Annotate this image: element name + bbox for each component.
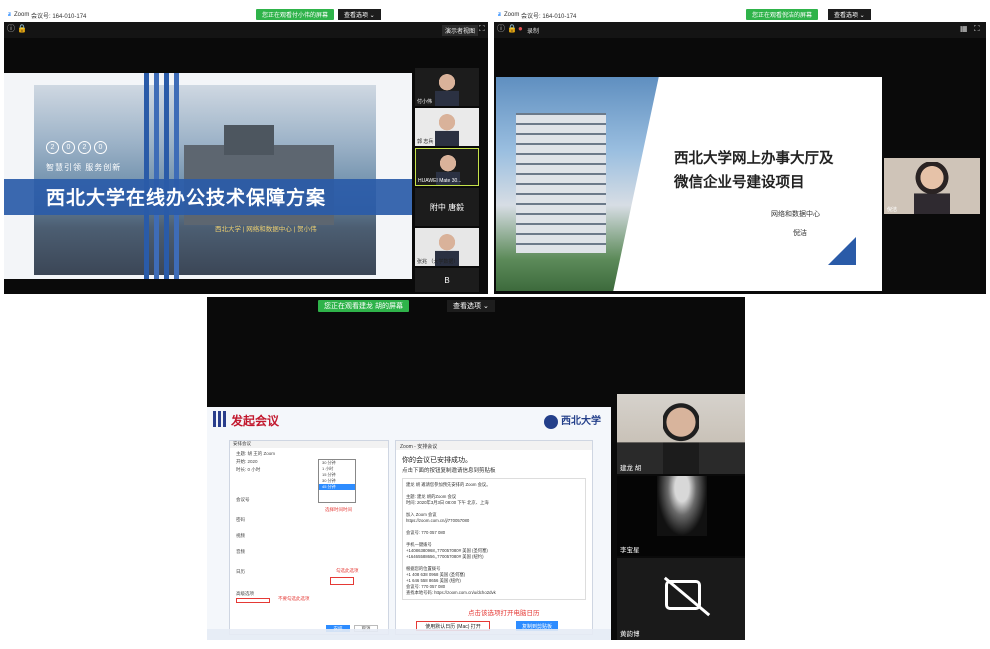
slide-title: 西北大学在线办公技术保障方案 xyxy=(46,188,327,209)
slide-title-line1: 西北大学网上办事大厅及 xyxy=(674,151,834,167)
year-digit: 2 xyxy=(78,141,91,154)
app-name: Zoom xyxy=(14,12,30,18)
slide-heading: 发起会议 xyxy=(231,414,280,428)
calendar-other-option[interactable] xyxy=(330,577,354,585)
zoom-logo-icon: ƶ xyxy=(8,12,11,18)
slide-org-line: 西北大学 | 网络和数据中心 | 贺小伟 xyxy=(215,226,317,233)
participant-name-tile[interactable]: B xyxy=(415,268,479,292)
meeting-id: 会议号: 164-010-174 xyxy=(521,13,577,20)
seal-icon xyxy=(544,414,558,429)
slide-presenter: 倪洁 xyxy=(793,230,807,237)
audio-row[interactable]: 音频 xyxy=(236,549,245,555)
topic-row[interactable]: 主题: 胡 王的 Zoom xyxy=(236,451,275,457)
participant-tile[interactable]: 张兆 （大学数据） xyxy=(415,228,479,266)
schedule-meeting-dialog: 安排会议 主题: 胡 王的 Zoom 开始: 2020 时长: 0 小时 30 … xyxy=(229,440,389,635)
participant-strip: 付小伟 郭 志兵 HUAWEI Mate 30... 附中 唐毅 张兆 （大学数… xyxy=(415,68,483,294)
viewing-banner: 您正在观看建龙 胡的屏幕 xyxy=(318,300,409,312)
app-name: Zoom xyxy=(504,12,520,18)
participant-tile[interactable]: 建龙 胡 xyxy=(617,394,745,474)
heading-bars xyxy=(213,411,227,427)
meeting-control-bar: ⓘ 🔒 演示者视图 ⛶ xyxy=(4,22,488,38)
shared-slide: 发起会议 西北大学 安排会议 主题: 胡 王的 Zoom 开始: 2020 时长… xyxy=(207,407,611,640)
year-digit: 0 xyxy=(62,141,75,154)
meeting-control-bar: ⓘ 🔒 ● 录制 ▦ ⛶ xyxy=(494,22,986,38)
info-icon[interactable]: ⓘ xyxy=(7,25,15,33)
zoom-titlebar: ƶ Zoom 会议号: 164-010-174 xyxy=(494,8,986,22)
zoom-window-hu-jianlong: 您正在观看建龙 胡的屏幕 查看选项 ⌄ 发起会议 西北大学 安排会议 主题: 胡… xyxy=(207,297,745,640)
zoom-window-ni-jie: ƶ Zoom 会议号: 164-010-174 您正在观看倪洁的屏幕 查看选项 … xyxy=(494,8,986,294)
lock-icon[interactable]: 🔒 xyxy=(17,25,27,33)
participant-tile-active-speaker[interactable]: HUAWEI Mate 30... xyxy=(415,148,479,186)
slide-title: 西北大学网上办事大厅及 微信企业号建设项目 xyxy=(674,147,834,195)
annotation-open-calendar: 点击该选项打开电脑日历 xyxy=(468,610,540,617)
slide-control-strip xyxy=(207,629,611,640)
invite-line[interactable]: 查找本地号码: https://zoom.com.cn/u/dcho2dvk xyxy=(406,590,582,596)
slide-department: 网络和数据中心 xyxy=(771,211,820,218)
fullscreen-icon[interactable]: ⛶ xyxy=(479,25,485,33)
participant-tile[interactable]: 郭 志兵 xyxy=(415,108,479,146)
view-options-button[interactable]: 查看选项 ⌄ xyxy=(338,9,381,20)
record-label: 录制 xyxy=(527,29,540,35)
fullscreen-icon[interactable]: ⛶ xyxy=(974,25,980,33)
info-icon[interactable]: ⓘ xyxy=(497,25,505,33)
shared-slide: 2 0 2 0 智慧引领 服务创新 西北大学在线办公技术保障方案 西北大学 | … xyxy=(4,73,412,279)
annotation-calendar: 勾选此选项 xyxy=(336,568,359,573)
annotation-advanced: 不要勾选此选项 xyxy=(278,596,310,601)
annotation-duration: 选择时间时间 xyxy=(325,507,352,512)
duration-row[interactable]: 时长: 0 小时 xyxy=(236,467,260,473)
enable-waiting-room-option[interactable] xyxy=(236,598,270,603)
year-digit: 0 xyxy=(94,141,107,154)
participant-tile-camera-off[interactable]: 黄韵博 xyxy=(617,558,745,640)
view-options-button[interactable]: 查看选项 ⌄ xyxy=(828,9,871,20)
viewing-banner: 您正在观看倪洁的屏幕 xyxy=(746,9,819,20)
zoom-titlebar: ƶ Zoom 会议号: 164-010-174 xyxy=(4,8,488,22)
participant-tile[interactable]: 倪洁 xyxy=(884,158,980,214)
meeting-scheduled-dialog: Zoom - 安排会议 你的会议已安排成功。 点击下面的按钮复制邀请信息到剪贴板… xyxy=(395,440,593,635)
speaker-view-button[interactable]: 演示者视图 xyxy=(442,25,479,36)
zoom-window-fu-xiaowei: ƶ Zoom 会议号: 164-010-174 您正在观看付小伟的屏幕 查看选项… xyxy=(4,8,488,294)
meeting-id: 会议号: 164-010-174 xyxy=(31,13,87,20)
invitation-text: 建龙 胡 邀请您参加预先安排的 Zoom 会议。 主题: 建龙 胡的Zoom 会… xyxy=(402,478,586,600)
view-options-button[interactable]: 查看选项 ⌄ xyxy=(447,300,495,312)
video-row[interactable]: 视频 xyxy=(236,533,245,539)
dropdown-option-selected[interactable]: 45 分钟 xyxy=(319,484,355,490)
corner-triangle xyxy=(828,237,856,265)
dialog-title: 安排会议 xyxy=(230,441,388,448)
zoom-logo-icon: ƶ xyxy=(498,12,501,18)
gallery-view-icon[interactable]: ▦ xyxy=(960,25,968,33)
participant-tile[interactable]: 李宝星 xyxy=(617,476,745,556)
slide-title-line2: 微信企业号建设项目 xyxy=(674,175,805,191)
lock-icon[interactable]: 🔒 xyxy=(507,25,517,33)
record-icon[interactable]: ● xyxy=(518,25,523,33)
camera-off-icon xyxy=(665,580,701,610)
dialog-title: Zoom - 安排会议 xyxy=(396,441,592,450)
year-digit: 2 xyxy=(46,141,59,154)
calendar-row[interactable]: 日历 xyxy=(236,569,245,575)
viewing-banner: 您正在观看付小伟的屏幕 xyxy=(256,9,335,20)
start-row[interactable]: 开始: 2020 xyxy=(236,459,258,465)
shared-slide: 西北大学网上办事大厅及 微信企业号建设项目 网络和数据中心 倪洁 xyxy=(496,77,882,291)
slide-motto: 智慧引领 服务创新 xyxy=(46,163,122,172)
university-logo: 西北大学 xyxy=(544,412,601,429)
advanced-options-row[interactable]: 高级选项 xyxy=(236,591,254,597)
participant-name-tile[interactable]: 附中 唐毅 xyxy=(415,188,479,226)
password-row[interactable]: 密码 xyxy=(236,517,245,523)
success-heading: 你的会议已安排成功。 xyxy=(402,457,472,464)
meeting-id-row[interactable]: 会议号 xyxy=(236,497,250,503)
duration-dropdown[interactable]: 30 分钟 1 小时 15 分钟 30 分钟 45 分钟 xyxy=(318,459,356,503)
participant-tile[interactable]: 付小伟 xyxy=(415,68,479,106)
participant-strip: 建龙 胡 李宝星 黄韵博 xyxy=(617,394,745,640)
success-subheading: 点击下面的按钮复制邀请信息到剪贴板 xyxy=(402,468,496,474)
